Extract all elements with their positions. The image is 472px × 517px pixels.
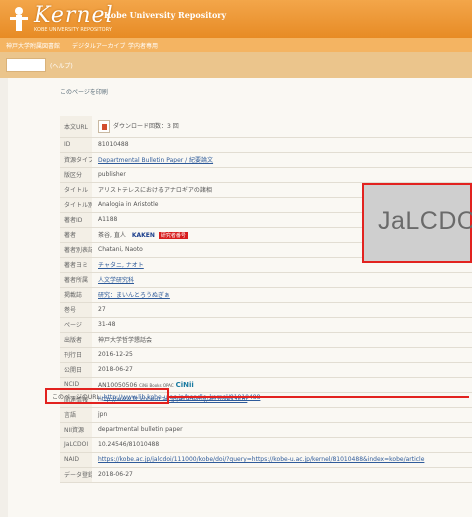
metadata-row: 巻号 27 bbox=[60, 302, 472, 318]
top-nav: 神戸大学附属図書館 デジタルアーカイブ 学内者専用 bbox=[0, 38, 472, 52]
metadata-label: NII資源 bbox=[60, 422, 92, 438]
metadata-row: 本文URL ダウンロード回数：3 回 bbox=[60, 116, 472, 138]
metadata-row: 出版者 神戸大学哲学懇話会 bbox=[60, 332, 472, 348]
metadata-label: 著者所属 bbox=[60, 272, 92, 288]
metadata-value: ダウンロード回数：3 回 bbox=[92, 116, 472, 138]
zoom-callout-text: JaLCDOI bbox=[378, 207, 472, 235]
metadata-label: NAID bbox=[60, 452, 92, 468]
search-bar: (ヘルプ) bbox=[0, 52, 472, 78]
metadata-label: 著者ヨミ bbox=[60, 257, 92, 273]
pdf-download-icon[interactable] bbox=[98, 119, 110, 133]
metadata-value[interactable]: https://kobe.ac.jp/jalcdoi/111000/kobe/d… bbox=[92, 452, 472, 468]
search-input[interactable] bbox=[6, 58, 46, 72]
metadata-table: 本文URL ダウンロード回数：3 回 ID 81010488 資源タイプ Departme… bbox=[60, 116, 472, 483]
metadata-label: 本文URL bbox=[60, 116, 92, 138]
metadata-label: 著者 bbox=[60, 227, 92, 243]
metadata-value: departmental bulletin paper bbox=[92, 422, 472, 438]
metadata-row: 版区分 publisher bbox=[60, 167, 472, 183]
highlight-connector bbox=[169, 396, 469, 398]
metadata-label: 著者ID bbox=[60, 212, 92, 228]
metadata-value: 31-48 bbox=[92, 317, 472, 333]
repository-title: Kobe University Repository bbox=[104, 10, 227, 20]
metadata-value: 2016-12-25 bbox=[92, 347, 472, 363]
nav-item-internal[interactable]: 学内者専用 bbox=[128, 41, 158, 50]
metadata-value[interactable]: 人文学研究科 bbox=[92, 272, 472, 288]
metadata-row: 著者所属 人文学研究科 bbox=[60, 272, 472, 288]
nav-item-digital-archive[interactable]: デジタルアーカイブ bbox=[72, 41, 126, 50]
metadata-value: 27 bbox=[92, 302, 472, 318]
metadata-label: JaLCDOI bbox=[60, 437, 92, 453]
metadata-row: NII資源 departmental bulletin paper bbox=[60, 422, 472, 438]
metadata-label: 言語 bbox=[60, 407, 92, 423]
download-count: ダウンロード回数：3 回 bbox=[113, 122, 179, 130]
metadata-value[interactable]: 研究：まいんとろうぬぎぁ bbox=[92, 287, 472, 303]
metadata-row: JaLCDOI 10.24546/81010488 bbox=[60, 437, 472, 453]
metadata-label: 掲載誌 bbox=[60, 287, 92, 303]
metadata-value: 神戸大学哲学懇話会 bbox=[92, 332, 472, 348]
metadata-row: 刊行日 2016-12-25 bbox=[60, 347, 472, 363]
metadata-label: 版区分 bbox=[60, 167, 92, 183]
metadata-row: 掲載誌 研究：まいんとろうぬぎぁ bbox=[60, 287, 472, 303]
metadata-value: publisher bbox=[92, 167, 472, 183]
metadata-value: 2018-06-27 bbox=[92, 362, 472, 378]
metadata-label: 資源タイプ bbox=[60, 152, 92, 168]
metadata-label: 巻号 bbox=[60, 302, 92, 318]
metadata-label: 公開日 bbox=[60, 362, 92, 378]
metadata-row: 公開日 2018-06-27 bbox=[60, 362, 472, 378]
metadata-row: NAID https://kobe.ac.jp/jalcdoi/111000/ko… bbox=[60, 452, 472, 468]
highlight-box bbox=[45, 388, 169, 404]
logo-subtitle: KOBE UNIVERSITY REPOSITORY bbox=[34, 27, 112, 33]
metadata-value: 81010488 bbox=[92, 137, 472, 153]
researcher-id-badge[interactable]: 研究者番号 bbox=[158, 232, 188, 239]
author-name: 茶谷, 直人 bbox=[98, 232, 126, 239]
metadata-label: タイトル別表記 bbox=[60, 197, 92, 213]
metadata-value: jpn bbox=[92, 407, 472, 423]
metadata-label: 出版者 bbox=[60, 332, 92, 348]
metadata-label: 刊行日 bbox=[60, 347, 92, 363]
kaken-link[interactable]: KAKEN bbox=[130, 232, 157, 239]
nav-item-library[interactable]: 神戸大学附属図書館 bbox=[6, 41, 60, 50]
search-help-link[interactable]: (ヘルプ) bbox=[50, 61, 73, 70]
browser-viewport: Kernel Kobe University Repository KOBE U… bbox=[0, 0, 472, 517]
kernel-logo-icon[interactable] bbox=[8, 5, 30, 33]
metadata-value[interactable]: Departmental Bulletin Paper / 紀要論文 bbox=[92, 152, 472, 168]
zoom-callout: JaLCDOI bbox=[362, 183, 472, 263]
cinii-logo[interactable]: CiNii bbox=[176, 381, 194, 389]
metadata-label: データ登録日 bbox=[60, 467, 92, 483]
metadata-row: 資源タイプ Departmental Bulletin Paper / 紀要論文 bbox=[60, 152, 472, 168]
metadata-row: 言語 jpn bbox=[60, 407, 472, 423]
metadata-value: 10.24546/81010488 bbox=[92, 437, 472, 453]
print-page-button[interactable]: このページを印刷 bbox=[60, 87, 108, 96]
metadata-row: ページ 31-48 bbox=[60, 317, 472, 333]
metadata-value: 2018-06-27 bbox=[92, 467, 472, 483]
cinii-books-link[interactable]: CiNii Books OPAC bbox=[139, 383, 173, 388]
metadata-row: データ登録日2018-06-27 bbox=[60, 467, 472, 483]
logo-wordmark[interactable]: Kernel bbox=[34, 3, 114, 28]
site-header: Kernel Kobe University Repository KOBE U… bbox=[0, 0, 472, 38]
metadata-label: ページ bbox=[60, 317, 92, 333]
metadata-row: ID 81010488 bbox=[60, 137, 472, 153]
metadata-label: ID bbox=[60, 137, 92, 153]
metadata-label: 著者別表記 bbox=[60, 242, 92, 258]
metadata-label: タイトル bbox=[60, 182, 92, 198]
